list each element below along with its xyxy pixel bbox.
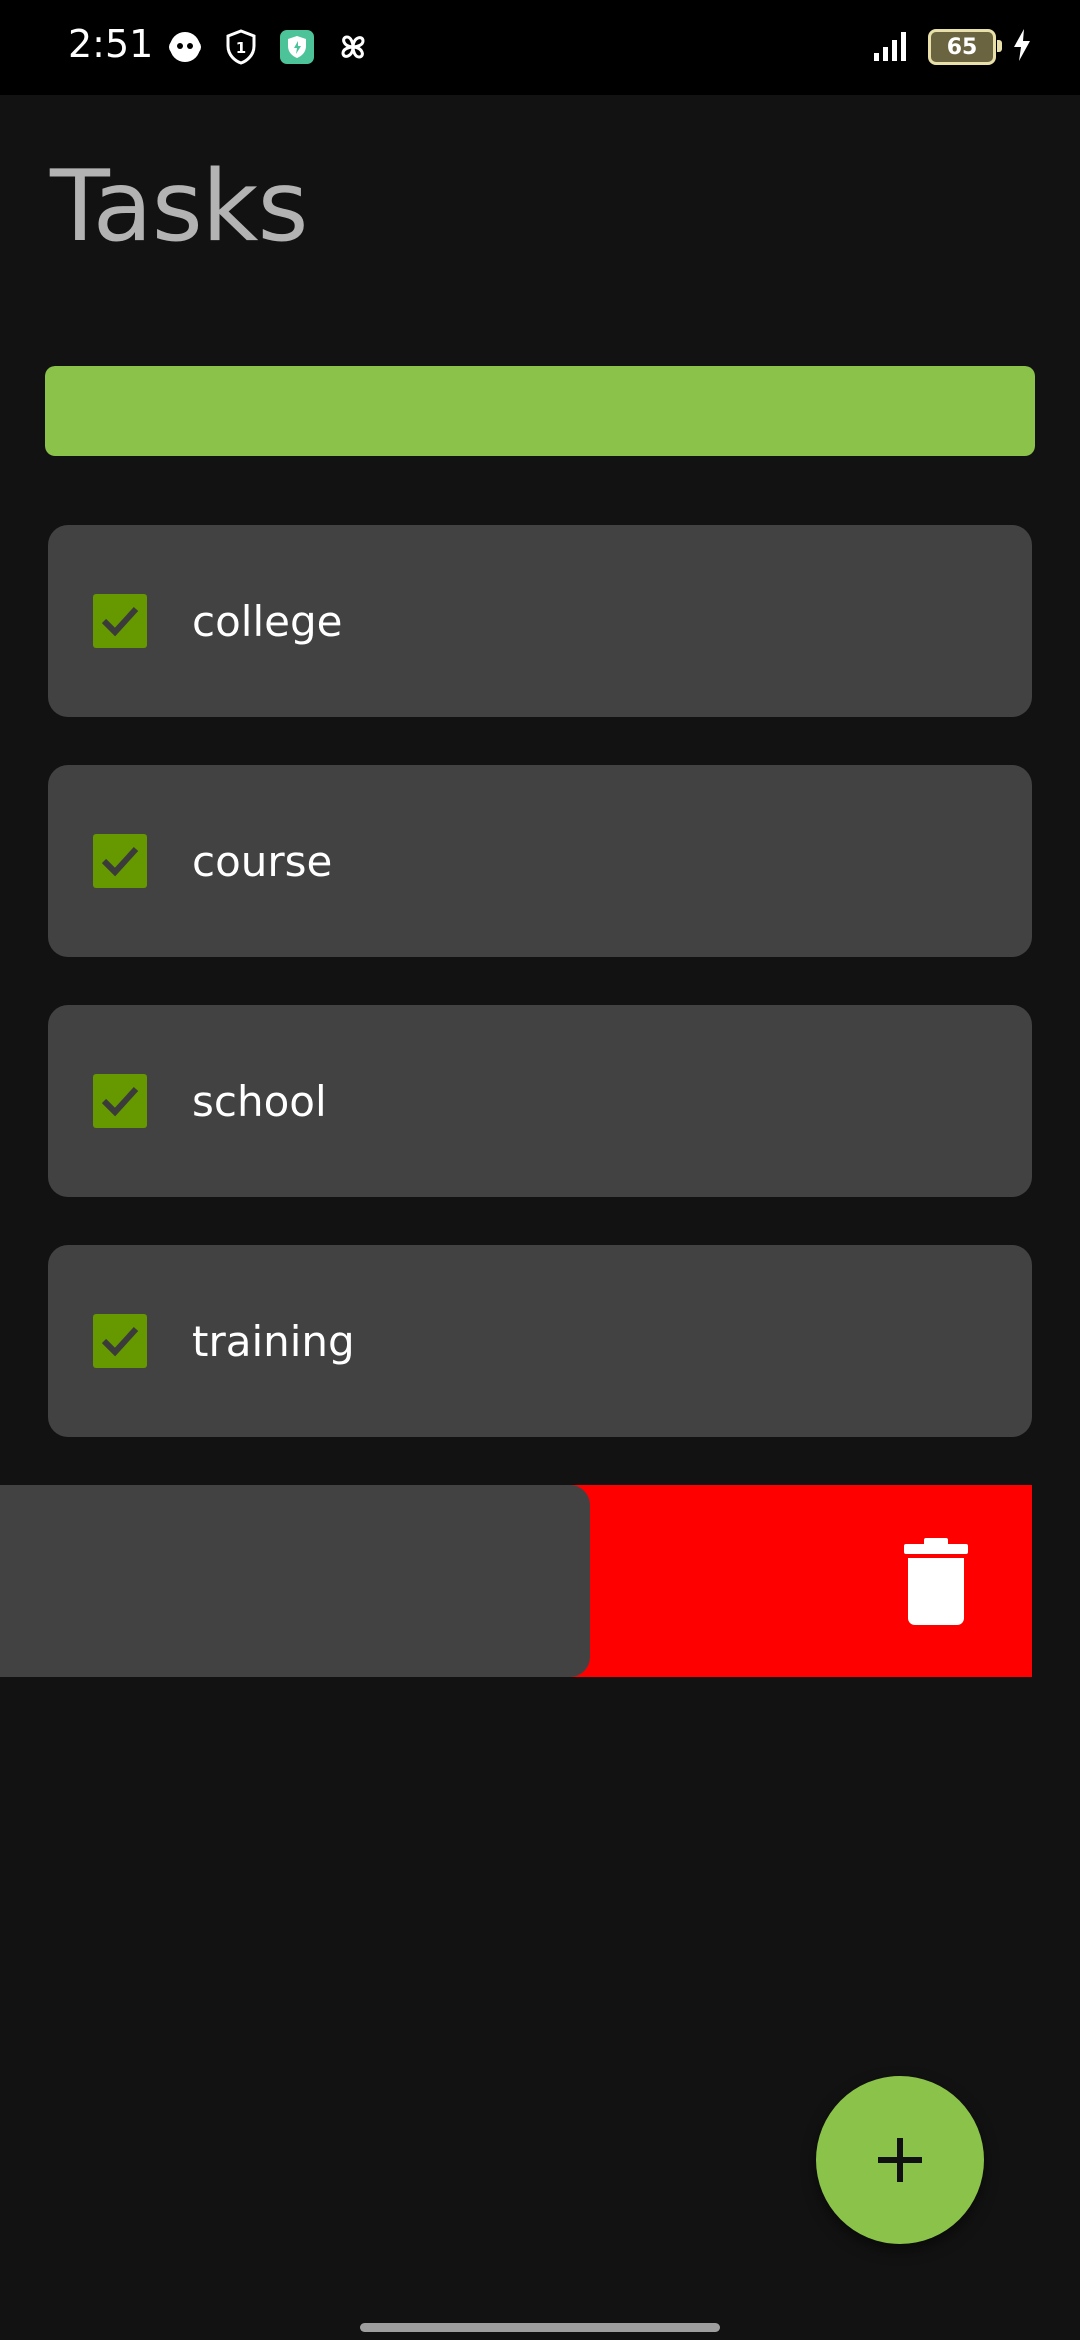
task-label: school xyxy=(192,1076,327,1126)
task-item-course[interactable]: course xyxy=(48,765,1032,957)
add-task-button[interactable] xyxy=(816,2076,984,2244)
task-checkbox[interactable] xyxy=(93,834,147,888)
task-progress-bar xyxy=(45,366,1035,456)
battery-icon: 65 xyxy=(928,29,1002,65)
task-item-school[interactable]: school xyxy=(48,1005,1032,1197)
task-label: training xyxy=(192,1316,355,1366)
task-item-college[interactable]: college xyxy=(48,525,1032,717)
status-time: 2:51 xyxy=(68,22,154,66)
home-indicator[interactable] xyxy=(360,2323,720,2332)
check-icon xyxy=(101,846,139,877)
task-label: course xyxy=(192,836,333,886)
trash-icon[interactable] xyxy=(900,1536,972,1626)
task-item-training[interactable]: training xyxy=(48,1245,1032,1437)
svg-text:1: 1 xyxy=(236,39,246,57)
task-checkbox[interactable] xyxy=(93,1074,147,1128)
plus-icon xyxy=(878,2138,922,2182)
page-title: Tasks xyxy=(50,150,309,264)
shield-1-icon: 1 xyxy=(222,28,260,66)
task-label: college xyxy=(192,596,343,646)
swiped-task-item[interactable] xyxy=(0,1485,590,1677)
battery-level: 65 xyxy=(946,34,978,60)
charging-icon xyxy=(1012,28,1032,66)
pinwheel-icon xyxy=(334,28,372,66)
status-bar: 2:51 1 65 xyxy=(0,0,1080,95)
vpn-shield-icon xyxy=(278,28,316,66)
signal-icon xyxy=(872,29,912,65)
assistant-icon xyxy=(166,28,204,66)
task-checkbox[interactable] xyxy=(93,1314,147,1368)
check-icon xyxy=(101,606,139,637)
check-icon xyxy=(101,1326,139,1357)
task-checkbox[interactable] xyxy=(93,594,147,648)
status-system-icons: 65 xyxy=(872,28,1032,66)
task-progress-fill xyxy=(45,366,1035,456)
status-notification-icons: 1 xyxy=(166,28,372,66)
check-icon xyxy=(101,1086,139,1117)
